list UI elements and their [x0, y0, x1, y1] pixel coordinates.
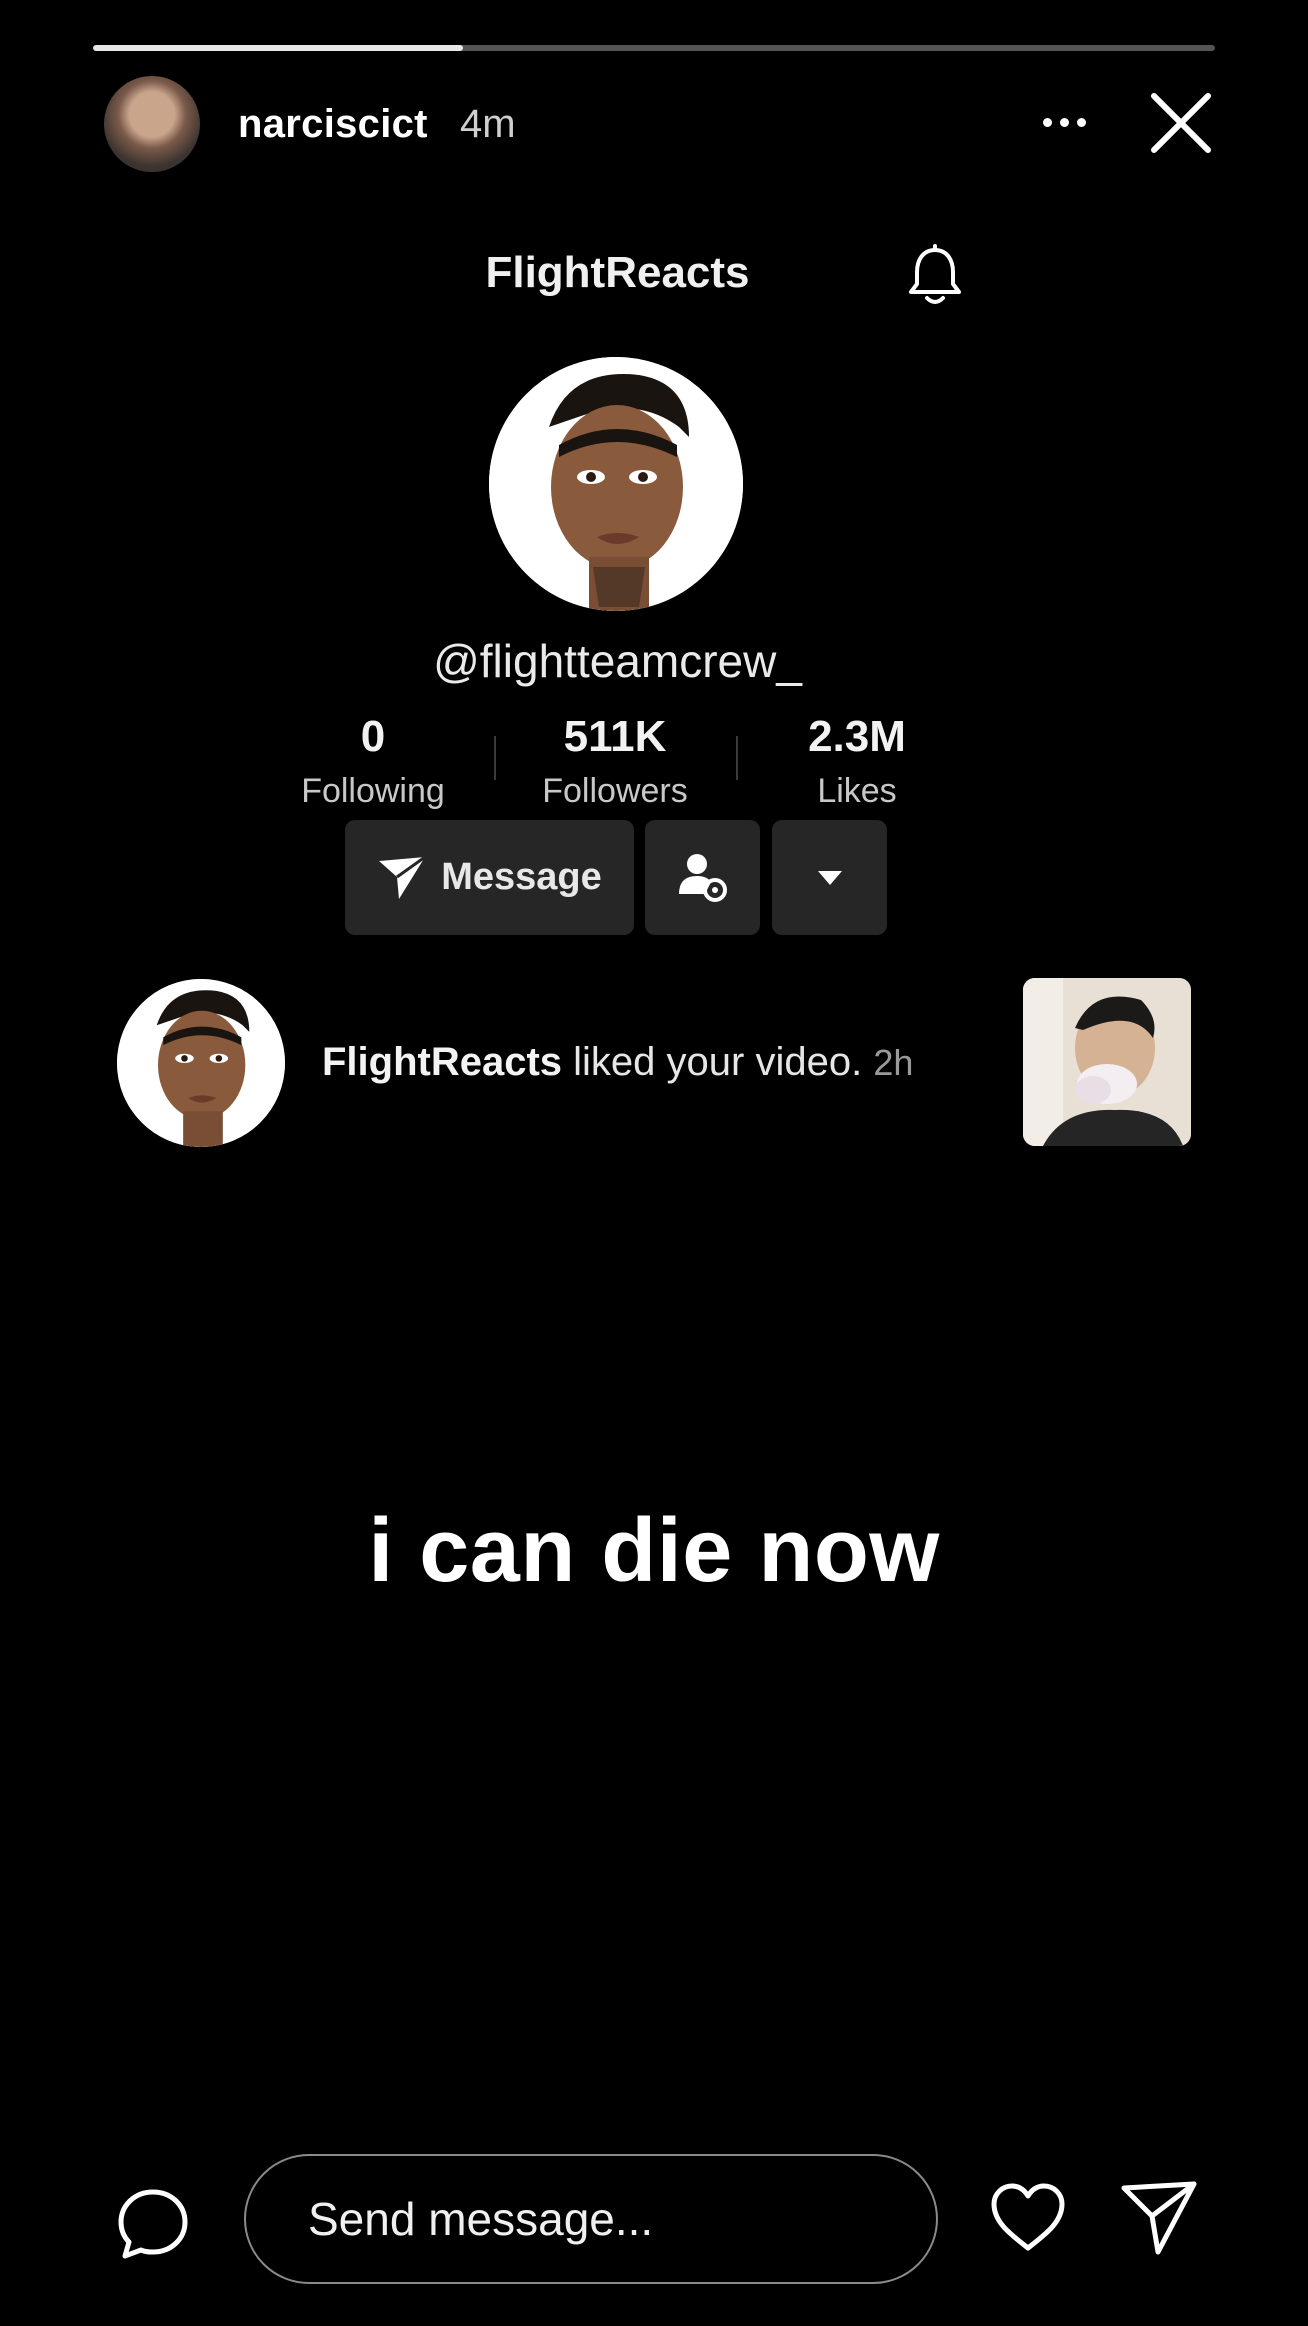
stat-followers[interactable]: 511K Followers [500, 712, 730, 811]
close-icon[interactable] [1146, 88, 1216, 158]
dropdown-button[interactable] [772, 820, 887, 935]
notification-message: liked your video. [562, 1040, 874, 1084]
send-arrow-icon [379, 855, 427, 899]
profile-handle: @flightteamcrew_ [433, 635, 802, 687]
stat-following[interactable]: 0 Following [258, 712, 488, 811]
notification-avatar[interactable] [117, 979, 285, 1147]
stat-label: Likes [817, 772, 897, 810]
user-gear-icon [678, 853, 727, 902]
send-icon[interactable] [1120, 2180, 1198, 2256]
stat-divider [736, 736, 738, 780]
send-message-input[interactable] [244, 2154, 938, 2284]
story-caption: i can die now [368, 1501, 940, 1601]
video-thumbnail[interactable] [1023, 978, 1191, 1146]
notification-name: FlightReacts [322, 1040, 563, 1084]
stat-label: Following [301, 772, 445, 810]
notification-text: FlightReacts liked your video. 2h [322, 1040, 913, 1085]
stat-divider [494, 736, 496, 780]
stat-value: 2.3M [808, 712, 906, 761]
chat-bubble-icon[interactable] [115, 2186, 191, 2262]
heart-icon[interactable] [990, 2182, 1066, 2254]
story-timestamp: 4m [460, 102, 516, 146]
message-button-label: Message [441, 856, 602, 898]
story-progress-bar [93, 45, 1215, 51]
user-settings-button[interactable] [645, 820, 760, 935]
profile-avatar [489, 357, 743, 611]
chevron-down-icon [817, 870, 842, 885]
message-button[interactable]: Message [345, 820, 634, 935]
bell-icon[interactable] [905, 244, 965, 308]
story-username[interactable]: narciscict [238, 102, 428, 147]
stat-value: 511K [563, 712, 667, 761]
story-user-avatar[interactable] [104, 76, 200, 172]
profile-title: FlightReacts [485, 248, 750, 297]
stat-label: Followers [542, 772, 688, 810]
stat-likes[interactable]: 2.3M Likes [742, 712, 972, 811]
story-progress-fill [93, 45, 464, 51]
notification-time: 2h [873, 1042, 914, 1083]
more-horizontal-icon[interactable] [1034, 98, 1094, 146]
stat-value: 0 [360, 712, 386, 761]
story-header: narciscict 4m [104, 76, 1220, 172]
